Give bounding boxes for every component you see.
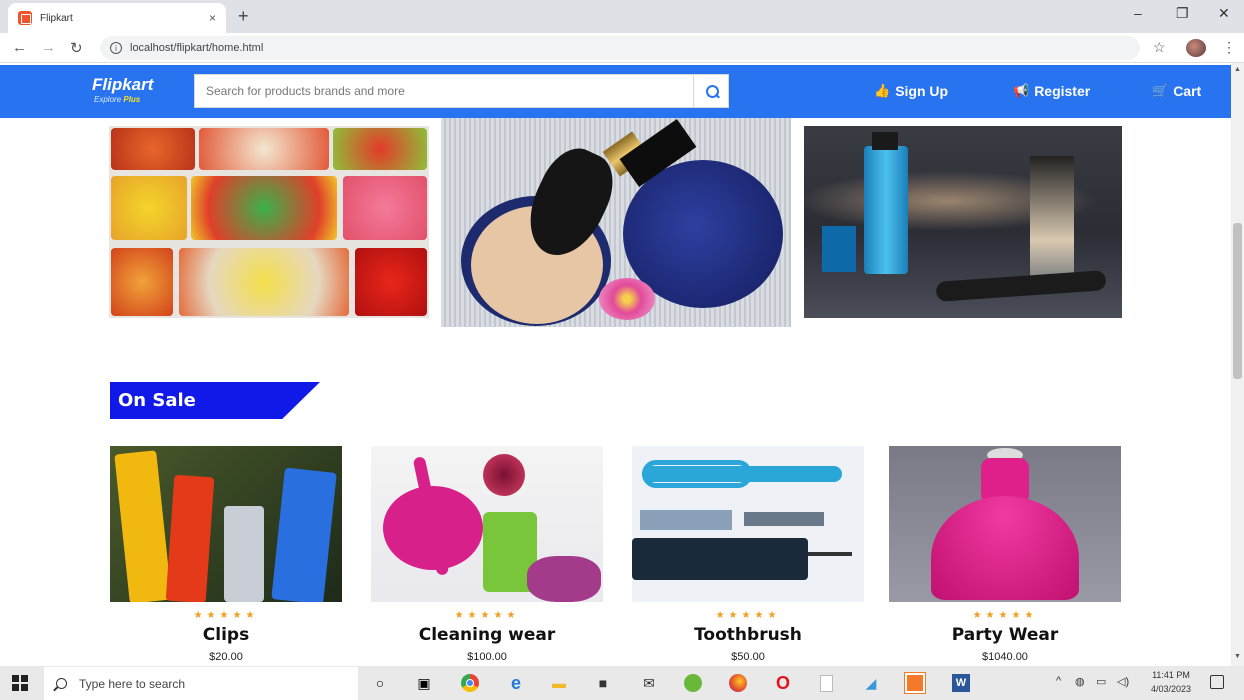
- restore-button[interactable]: ❐: [1176, 5, 1189, 22]
- widgets-icon[interactable]: ▣: [413, 673, 435, 693]
- store-icon[interactable]: ■: [592, 673, 614, 693]
- product-card[interactable]: ★★★★★ Toothbrush $50.00: [632, 446, 864, 663]
- product-card[interactable]: ★★★★★ Cleaning wear $100.00: [371, 446, 603, 663]
- scroll-down-icon[interactable]: ▼: [1234, 653, 1241, 660]
- product-image-party-wear[interactable]: [889, 446, 1121, 602]
- clock-date: 4/03/2023: [1150, 684, 1192, 694]
- product-price: $100.00: [467, 651, 507, 663]
- reload-icon[interactable]: ↻: [70, 39, 83, 57]
- rating-stars: ★★★★★: [454, 610, 520, 621]
- product-image-toothbrush[interactable]: [632, 446, 864, 602]
- word-icon[interactable]: W: [950, 673, 972, 693]
- profile-avatar[interactable]: [1186, 39, 1206, 57]
- site-favicon-icon: [18, 11, 32, 25]
- cart-link[interactable]: 🛒 Cart: [1152, 83, 1201, 99]
- rating-stars: ★★★★★: [193, 610, 259, 621]
- file-explorer-icon[interactable]: ▬: [548, 673, 570, 693]
- browser-tabstrip: Flipkart × + – ❐ ✕: [0, 0, 1244, 33]
- signup-label: Sign Up: [895, 83, 949, 99]
- clock-time: 11:41 PM: [1152, 670, 1190, 680]
- product-name[interactable]: Party Wear: [889, 625, 1121, 645]
- product-card[interactable]: ★★★★★ Party Wear $1040.00: [889, 446, 1121, 663]
- firefox-icon[interactable]: [727, 673, 749, 693]
- edge-icon[interactable]: e: [505, 673, 527, 693]
- scroll-up-icon[interactable]: ▲: [1234, 66, 1241, 73]
- network-icon[interactable]: ◍: [1075, 675, 1085, 688]
- mail-icon[interactable]: ✉: [638, 673, 660, 693]
- menu-kebab-icon[interactable]: ⋮: [1222, 39, 1236, 56]
- windows-start-icon[interactable]: [12, 675, 28, 691]
- product-image-clips[interactable]: [110, 446, 342, 602]
- banner-candy-image[interactable]: [109, 126, 429, 318]
- minimize-button[interactable]: –: [1134, 5, 1142, 21]
- register-link[interactable]: 📢 Register: [1013, 83, 1090, 99]
- tab-title: Flipkart: [40, 12, 73, 24]
- tab-close-icon[interactable]: ×: [209, 11, 216, 25]
- xampp-icon[interactable]: [904, 672, 926, 694]
- rating-stars: ★★★★★: [972, 610, 1038, 621]
- volume-icon[interactable]: ◁): [1117, 675, 1129, 688]
- taskbar-search-input[interactable]: Type here to search: [44, 667, 358, 700]
- banner-grooming-image[interactable]: [804, 126, 1122, 318]
- section-title: On Sale: [118, 390, 196, 411]
- logo-tagline-b: Plus: [123, 95, 141, 104]
- opera-icon[interactable]: O: [772, 673, 794, 693]
- megaphone-icon: 📢: [1013, 83, 1030, 98]
- product-name[interactable]: Clips: [110, 625, 342, 645]
- forward-arrow-icon[interactable]: →: [41, 39, 56, 56]
- battery-icon[interactable]: ▭: [1096, 675, 1106, 688]
- task-view-icon[interactable]: ○: [369, 673, 391, 693]
- taskbar-clock[interactable]: 11:41 PM 4/03/2023: [1140, 668, 1202, 696]
- chrome-icon[interactable]: [459, 673, 481, 693]
- back-arrow-icon[interactable]: ←: [12, 39, 27, 56]
- product-card[interactable]: ★★★★★ Clips $20.00: [110, 446, 342, 663]
- bookmark-star-icon[interactable]: ☆: [1153, 39, 1166, 56]
- logo-tagline: Explore Plus: [94, 95, 140, 104]
- product-image-cleaning-wear[interactable]: [371, 446, 603, 602]
- notification-icon[interactable]: [1210, 675, 1224, 689]
- address-bar[interactable]: i localhost/flipkart/home.html: [100, 36, 1140, 60]
- signup-link[interactable]: 👍 Sign Up: [874, 83, 948, 99]
- logo-tagline-a: Explore: [94, 95, 122, 104]
- browser-tab[interactable]: Flipkart ×: [8, 3, 226, 33]
- product-price: $1040.00: [982, 651, 1028, 663]
- notepad-icon[interactable]: [815, 673, 837, 693]
- app-blue-icon[interactable]: ◢: [860, 673, 882, 693]
- thumbs-up-icon: 👍: [874, 83, 891, 98]
- search-button[interactable]: [693, 74, 729, 108]
- new-tab-button[interactable]: +: [238, 6, 249, 27]
- search-input[interactable]: Search for products brands and more: [194, 74, 694, 108]
- browser-toolbar: ← → ↻ i localhost/flipkart/home.html ☆ ⋮: [0, 33, 1244, 63]
- product-name[interactable]: Toothbrush: [632, 625, 864, 645]
- site-navbar: Flipkart Explore Plus Search for product…: [0, 65, 1231, 118]
- banner-makeup-image[interactable]: [441, 118, 791, 327]
- site-info-icon[interactable]: i: [110, 42, 122, 54]
- tray-chevron-icon[interactable]: ^: [1056, 675, 1061, 687]
- app-icon[interactable]: [682, 673, 704, 693]
- close-window-button[interactable]: ✕: [1218, 5, 1230, 22]
- section-heading-on-sale: On Sale: [110, 382, 320, 419]
- cart-icon: 🛒: [1152, 83, 1169, 98]
- scrollbar-thumb[interactable]: [1233, 223, 1242, 379]
- windows-taskbar: Type here to search ○ ▣ e ▬ ■ ✉ O ◢ W ^ …: [0, 666, 1244, 700]
- register-label: Register: [1034, 83, 1091, 99]
- address-url: localhost/flipkart/home.html: [130, 42, 264, 54]
- product-price: $50.00: [731, 651, 765, 663]
- search-icon: [56, 678, 67, 689]
- vertical-scrollbar[interactable]: ▲ ▼: [1231, 63, 1244, 666]
- cart-label: Cart: [1173, 83, 1202, 99]
- product-price: $20.00: [209, 651, 243, 663]
- site-logo[interactable]: Flipkart: [92, 75, 153, 95]
- product-name[interactable]: Cleaning wear: [371, 625, 603, 645]
- rating-stars: ★★★★★: [715, 610, 781, 621]
- page-viewport: Flipkart Explore Plus Search for product…: [0, 63, 1244, 666]
- taskbar-search-placeholder: Type here to search: [79, 676, 186, 691]
